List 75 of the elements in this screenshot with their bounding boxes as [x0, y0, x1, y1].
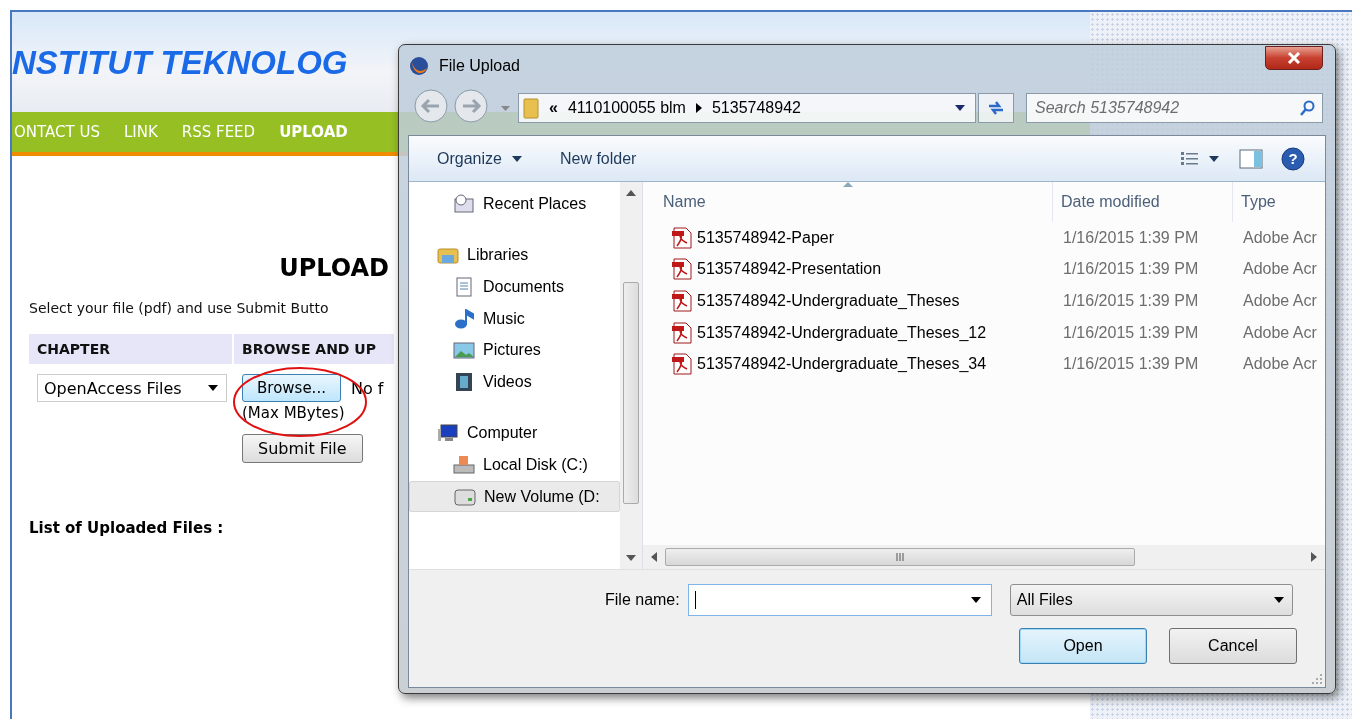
instruction-text: Select your file (pdf) and use Submit Butto — [29, 300, 329, 316]
address-bar[interactable]: « 4110100055 blm 5135748942 — [518, 93, 976, 123]
refresh-arrows-icon — [986, 99, 1006, 117]
folder-icon — [523, 97, 539, 119]
search-field[interactable]: Search 5135748942 — [1026, 93, 1323, 123]
toolbar-button[interactable]: New folder — [549, 145, 647, 172]
pdf-file-icon — [671, 353, 693, 376]
file-type-select[interactable]: All Files — [1009, 584, 1293, 616]
pdf-file-icon — [671, 258, 693, 281]
dropdown-arrow-icon — [970, 597, 981, 603]
nav-pane-item[interactable]: Music — [409, 302, 620, 335]
drive-icon — [454, 486, 476, 507]
pdf-file-icon — [671, 321, 693, 344]
column-header[interactable]: Date modified — [1053, 182, 1233, 222]
resize-grip-icon[interactable] — [1312, 674, 1322, 684]
clock-window-icon — [453, 193, 475, 214]
nav-pane-item[interactable]: Computer — [409, 417, 620, 450]
library-folder-icon — [437, 245, 459, 266]
picture-icon — [453, 340, 475, 361]
open-button[interactable]: Open — [1019, 628, 1147, 664]
pdf-file-icon — [671, 226, 693, 249]
grip-lines-icon — [895, 553, 905, 561]
search-icon — [1299, 100, 1315, 116]
document-icon — [453, 277, 475, 297]
film-icon — [453, 371, 475, 392]
nav-pane-item[interactable]: Recent Places — [409, 188, 620, 220]
file-row[interactable]: 5135748942-Undergraduate_Theses_34 1/16/2015 1:39 PM Adobe Acr — [643, 348, 1325, 380]
nav-pane-item[interactable]: Pictures — [409, 334, 620, 366]
file-name-field[interactable] — [687, 584, 992, 616]
scroll-left-arrow-icon[interactable] — [651, 552, 657, 562]
chapter-select[interactable]: OpenAccess Files — [37, 374, 227, 402]
size-note: (Max MBytes) — [242, 404, 345, 422]
pdf-file-icon — [671, 290, 693, 312]
horizontal-scrollbar[interactable] — [643, 545, 1325, 569]
column-header: BROWSE AND UP — [234, 334, 394, 364]
dropdown-arrow-icon — [208, 385, 218, 391]
file-name-label: File name: — [605, 591, 680, 609]
file-row[interactable]: 5135748942-Paper 1/16/2015 1:39 PM Adobe Acr — [643, 222, 1325, 254]
toolbar-button[interactable]: Organize — [427, 145, 532, 172]
dropdown-arrow-icon — [1273, 597, 1284, 603]
nav-pane-item[interactable]: Libraries — [409, 239, 620, 272]
browser-logo-icon — [409, 56, 429, 76]
site-subtitle: NSTITUT TEKNOLOG — [12, 46, 348, 79]
computer-icon — [437, 423, 459, 444]
help-icon[interactable]: ? — [1281, 146, 1305, 171]
browse-button[interactable]: Browse... — [242, 374, 341, 402]
column-header[interactable]: Name — [643, 182, 1053, 222]
nav-pane-item[interactable]: Local Disk (C:) — [409, 449, 620, 481]
page-title: UPLOAD — [279, 254, 389, 282]
column-header: CHAPTER — [29, 334, 232, 364]
column-header[interactable]: Type — [1233, 182, 1325, 222]
file-row[interactable]: 5135748942-Undergraduate_Theses_12 1/16/2015 1:39 PM Adobe Acr — [643, 316, 1325, 349]
hard-disk-icon — [453, 454, 475, 475]
chevron-right-icon — [695, 103, 702, 113]
dialog-title: File Upload — [439, 57, 521, 75]
file-row[interactable]: 5135748942-Undergraduate_Theses 1/16/2015 1:39 PM Adobe Acr — [643, 285, 1325, 317]
cancel-button[interactable]: Cancel — [1169, 628, 1297, 664]
scroll-up-arrow-icon[interactable] — [626, 190, 636, 196]
dropdown-arrow-icon — [511, 155, 522, 162]
nav-pane-item[interactable]: New Volume (D: — [409, 480, 620, 513]
view-options-icon[interactable] — [1181, 151, 1221, 166]
scroll-down-arrow-icon[interactable] — [626, 555, 636, 561]
close-icon — [1287, 52, 1301, 64]
submit-button[interactable]: Submit File — [242, 434, 363, 463]
sort-arrow-icon — [843, 182, 853, 187]
nav-pane-item[interactable]: Videos — [409, 365, 620, 398]
uploaded-files-heading: List of Uploaded Files : — [29, 519, 225, 537]
scroll-right-arrow-icon[interactable] — [1311, 552, 1317, 562]
nav-pane-item[interactable]: Documents — [409, 271, 620, 303]
close-button[interactable] — [1265, 46, 1323, 70]
vertical-scrollbar[interactable] — [620, 182, 642, 569]
file-row[interactable]: 5135748942-Presentation 1/16/2015 1:39 PM Adobe Acr — [643, 253, 1325, 286]
refresh-button[interactable] — [978, 93, 1014, 123]
music-note-icon — [453, 308, 475, 329]
dropdown-arrow-icon — [955, 105, 965, 111]
